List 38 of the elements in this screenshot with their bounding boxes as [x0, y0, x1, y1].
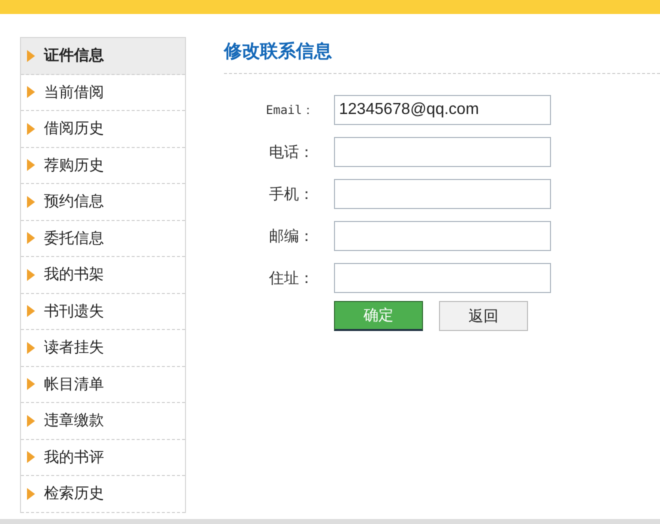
field-label: Email： — [264, 102, 314, 118]
triangle-icon — [27, 122, 35, 135]
field-label: 住址： — [268, 268, 314, 288]
sidebar-item[interactable]: 预约信息 — [21, 184, 185, 220]
input-field[interactable] — [334, 263, 551, 293]
field-label: 电话： — [268, 142, 314, 162]
field-label: 手机： — [268, 184, 314, 204]
sidebar-item[interactable]: 我的书架 — [21, 257, 185, 294]
triangle-icon — [27, 378, 35, 390]
triangle-icon — [27, 232, 35, 244]
triangle-icon — [27, 50, 35, 62]
sidebar-item[interactable]: 当前借阅 — [21, 74, 185, 111]
triangle-icon — [27, 342, 35, 354]
form-title: 修改联系信息 — [224, 40, 333, 64]
sidebar-item[interactable]: 证件信息 — [21, 38, 185, 74]
input-field[interactable] — [334, 179, 551, 209]
sidebar-item[interactable]: 荐购历史 — [21, 148, 185, 184]
sidebar-item[interactable]: 书刊遗失 — [21, 294, 185, 330]
field-label: 邮编： — [268, 226, 314, 246]
input-field[interactable]: 12345678@qq.com — [334, 95, 551, 125]
triangle-icon — [27, 414, 35, 427]
triangle-icon — [27, 86, 35, 98]
triangle-icon — [27, 451, 35, 464]
triangle-icon — [27, 268, 35, 281]
sidebar-item[interactable]: 委托信息 — [21, 220, 185, 257]
back-button[interactable]: 返回 — [439, 301, 528, 331]
triangle-icon — [27, 305, 35, 318]
triangle-icon — [27, 196, 35, 208]
sidebar-item[interactable]: 借阅历史 — [21, 111, 185, 148]
triangle-icon — [27, 159, 35, 172]
sidebar-item[interactable]: 检索历史 — [21, 476, 185, 512]
input-field[interactable] — [334, 221, 551, 251]
input-field[interactable] — [334, 137, 551, 167]
sidebar-item[interactable]: 违章缴款 — [21, 403, 185, 440]
sidebar-item[interactable]: 我的书评 — [21, 440, 185, 476]
sidebar-item[interactable]: 帐目清单 — [21, 366, 185, 403]
triangle-icon — [27, 488, 35, 500]
sidebar-item[interactable]: 读者挂失 — [21, 330, 185, 366]
